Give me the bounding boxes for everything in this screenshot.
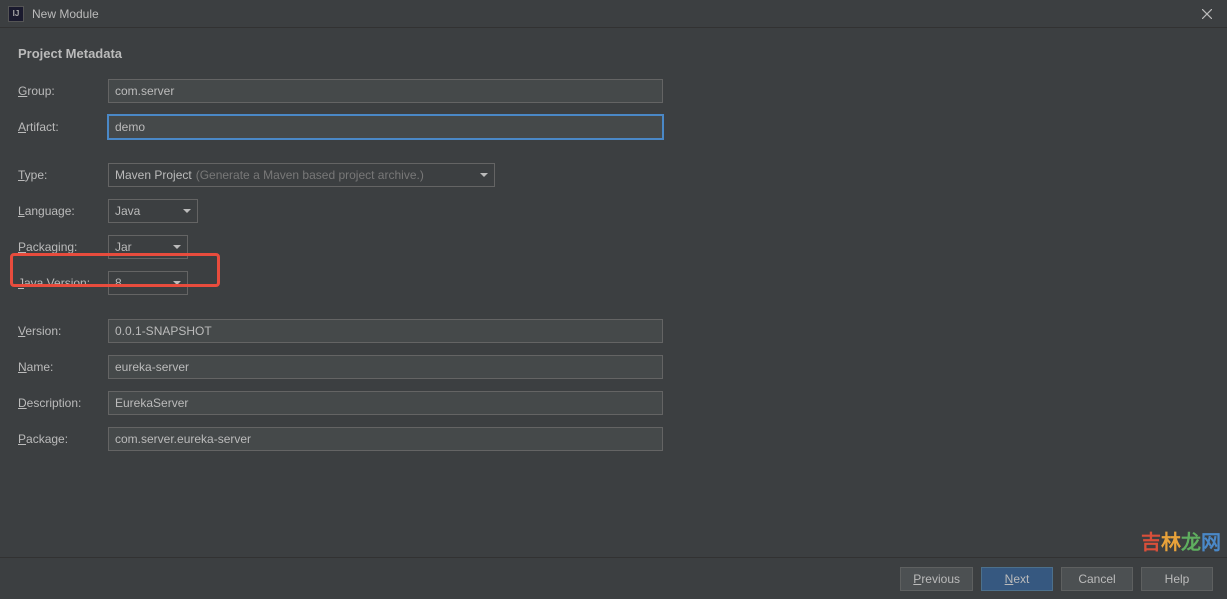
watermark: 吉林龙网 <box>1141 526 1221 555</box>
label-artifact: Artifact: <box>18 120 108 134</box>
row-type: Type: Maven Project (Generate a Maven ba… <box>18 163 1209 187</box>
form-content: Project Metadata Group: Artifact: Type: … <box>0 28 1227 451</box>
label-description: Description: <box>18 396 108 410</box>
row-group: Group: <box>18 79 1209 103</box>
row-java-version: Java Version: 8 <box>18 271 1209 295</box>
cancel-button[interactable]: Cancel <box>1061 567 1133 591</box>
packaging-dropdown[interactable]: Jar <box>108 235 188 259</box>
group-input[interactable] <box>108 79 663 103</box>
type-dropdown[interactable]: Maven Project (Generate a Maven based pr… <box>108 163 495 187</box>
description-input[interactable] <box>108 391 663 415</box>
row-name: Name: <box>18 355 1209 379</box>
label-group: Group: <box>18 84 108 98</box>
package-input[interactable] <box>108 427 663 451</box>
label-version: Version: <box>18 324 108 338</box>
packaging-value: Jar <box>115 240 132 254</box>
section-title: Project Metadata <box>18 46 1209 61</box>
chevron-down-icon <box>480 173 488 177</box>
label-language: Language: <box>18 204 108 218</box>
row-packaging: Packaging: Jar <box>18 235 1209 259</box>
row-package: Package: <box>18 427 1209 451</box>
titlebar: IJ New Module <box>0 0 1227 28</box>
label-java-version: Java Version: <box>18 276 108 290</box>
row-artifact: Artifact: <box>18 115 1209 139</box>
close-icon[interactable] <box>1197 4 1217 24</box>
java-version-value: 8 <box>115 276 122 290</box>
type-hint: (Generate a Maven based project archive.… <box>196 168 424 182</box>
footer: Previous Next Cancel Help <box>0 557 1227 599</box>
label-package: Package: <box>18 432 108 446</box>
label-type: Type: <box>18 168 108 182</box>
help-button[interactable]: Help <box>1141 567 1213 591</box>
version-input[interactable] <box>108 319 663 343</box>
window-title: New Module <box>32 7 99 21</box>
row-language: Language: Java <box>18 199 1209 223</box>
app-icon: IJ <box>8 6 24 22</box>
chevron-down-icon <box>173 281 181 285</box>
type-value: Maven Project <box>115 168 192 182</box>
row-version: Version: <box>18 319 1209 343</box>
chevron-down-icon <box>173 245 181 249</box>
label-packaging: Packaging: <box>18 240 108 254</box>
previous-button[interactable]: Previous <box>900 567 973 591</box>
language-dropdown[interactable]: Java <box>108 199 198 223</box>
name-input[interactable] <box>108 355 663 379</box>
chevron-down-icon <box>183 209 191 213</box>
label-name: Name: <box>18 360 108 374</box>
artifact-input[interactable] <box>108 115 663 139</box>
next-button[interactable]: Next <box>981 567 1053 591</box>
java-version-dropdown[interactable]: 8 <box>108 271 188 295</box>
row-description: Description: <box>18 391 1209 415</box>
language-value: Java <box>115 204 140 218</box>
